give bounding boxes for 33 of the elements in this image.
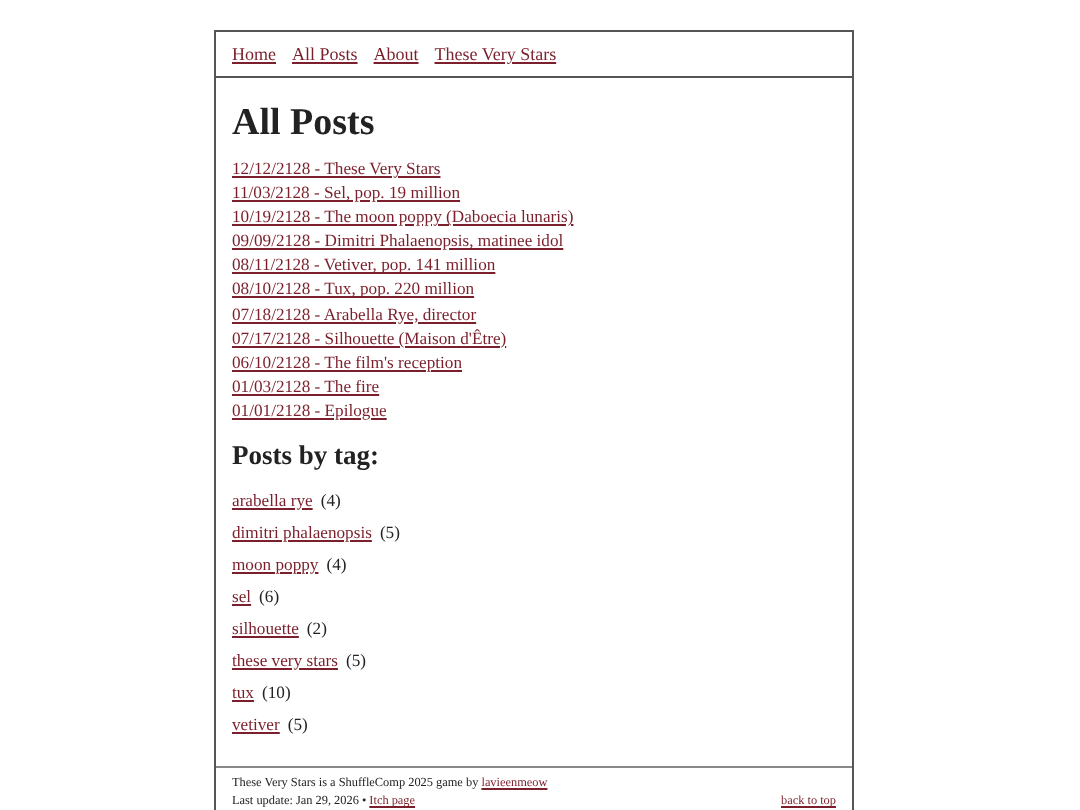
section-heading: Posts by tag: xyxy=(232,440,381,473)
tag-link[interactable]: moon poppy xyxy=(232,554,319,575)
page-title: All Posts xyxy=(232,102,377,146)
tag-link[interactable]: vetiver xyxy=(232,714,280,735)
tag-link[interactable]: silhouette xyxy=(232,618,299,639)
post-link[interactable]: 10/19/2128 - The moon poppy (Daboecia lunaris) xyxy=(232,204,574,229)
tag-count: (5) xyxy=(287,714,308,735)
tag-count: (10) xyxy=(261,682,291,703)
tag-count: (4) xyxy=(326,554,347,575)
post-link[interactable]: 07/18/2128 - Arabella Rye, director xyxy=(232,301,477,326)
post-link[interactable]: 11/03/2128 - Sel, pop. 19 million xyxy=(232,180,461,205)
post-link[interactable]: 12/12/2128 - These Very Stars xyxy=(232,156,441,181)
post-link[interactable]: 09/09/2128 - Dimitri Phalaenopsis, matinee idol xyxy=(232,228,564,253)
tag-link[interactable]: dimitri phalaenopsis xyxy=(232,522,372,543)
nav-link[interactable]: About xyxy=(373,44,419,64)
nav-link[interactable]: These Very Stars xyxy=(434,44,557,64)
post-link[interactable]: 08/10/2128 - Tux, pop. 220 million xyxy=(232,276,475,302)
post-link[interactable]: 06/10/2128 - The film's reception xyxy=(232,349,462,374)
nav-link[interactable]: Home xyxy=(232,44,276,64)
post-link[interactable]: 08/11/2128 - Vetiver, pop. 141 million xyxy=(232,252,496,277)
post-link[interactable]: 01/03/2128 - The fire xyxy=(232,373,380,398)
tag-count: (2) xyxy=(306,618,327,639)
tag-link[interactable]: arabella rye xyxy=(232,490,313,511)
tag-count: (5) xyxy=(379,522,400,543)
tag-link[interactable]: sel xyxy=(232,586,252,607)
post-link[interactable]: 07/17/2128 - Silhouette (Maison d'Être) xyxy=(232,325,507,350)
nav-link[interactable]: All Posts xyxy=(292,44,358,64)
tag-count: (5) xyxy=(345,650,367,671)
tag-count: (6) xyxy=(259,586,280,607)
post-link[interactable]: 01/01/2128 - Epilogue xyxy=(232,397,387,423)
tag-link[interactable]: these very stars xyxy=(232,650,338,671)
tag-count: (4) xyxy=(320,490,341,511)
tag-link[interactable]: tux xyxy=(232,682,254,703)
